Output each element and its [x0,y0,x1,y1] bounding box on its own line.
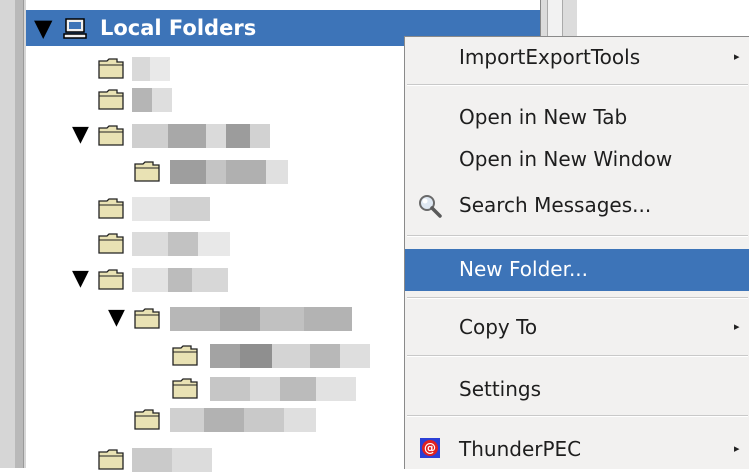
tree-row[interactable] [172,342,382,370]
menu-item-label: Search Messages... [459,193,652,217]
menu-separator [407,415,748,417]
tree-root-label: Local Folders [100,16,257,40]
folder-icon [98,233,124,254]
menu-item-new-folder[interactable]: New Folder... [405,249,749,291]
menu-item-label: Open in New Tab [459,105,628,129]
folder-name-redacted [210,377,360,401]
tree-row[interactable] [98,195,228,223]
folder-icon [134,409,160,430]
folder-name-redacted [170,160,290,184]
tree-row[interactable] [98,230,238,258]
tree-row[interactable] [172,375,372,403]
tree-row[interactable]: ▼ [72,266,272,294]
folder-name-redacted [132,124,272,148]
menu-item-thunderpec[interactable]: @ ThunderPEC ▸ [405,429,749,471]
expand-twisty-icon[interactable]: ▼ [72,266,89,291]
submenu-arrow-icon: ▸ [734,442,740,455]
tree-gutter [0,0,26,468]
menu-item-search-messages[interactable]: Search Messages... [405,185,749,227]
folder-name-redacted [132,448,222,472]
folder-name-redacted [132,232,232,256]
thunderpec-icon: @ [420,438,440,458]
folder-icon [172,345,198,366]
tree-row[interactable] [134,406,324,434]
submenu-arrow-icon: ▸ [734,320,740,333]
menu-item-importexporttools[interactable]: ImportExportTools ▸ [405,37,749,79]
menu-item-copy-to[interactable]: Copy To ▸ [405,307,749,349]
expand-twisty-icon[interactable]: ▼ [34,14,52,42]
folder-icon [98,125,124,146]
tree-scrollbar[interactable] [540,0,577,40]
folder-name-redacted [170,307,356,331]
tree-row[interactable] [134,158,294,186]
scrollbar-thumb[interactable] [547,0,563,40]
folder-name-redacted [132,88,172,112]
folder-icon [98,89,124,110]
tree-row[interactable]: ▼ [72,122,292,150]
submenu-arrow-icon: ▸ [734,50,740,63]
folder-name-redacted [170,408,320,432]
menu-separator [407,235,748,237]
expand-twisty-icon[interactable]: ▼ [72,122,89,147]
folder-icon [98,269,124,290]
menu-item-open-in-new-window[interactable]: Open in New Window [405,139,749,181]
expand-twisty-icon[interactable]: ▼ [108,305,125,330]
menu-separator [407,84,748,86]
menu-item-open-in-new-tab[interactable]: Open in New Tab [405,97,749,139]
folder-icon [134,161,160,182]
folder-icon [98,198,124,219]
tree-gutter-bar [15,0,24,468]
menu-item-label: Copy To [459,315,538,339]
folder-icon [134,308,160,329]
menu-separator [407,297,748,299]
folder-icon [98,58,124,79]
menu-item-label: New Folder... [459,257,589,281]
menu-item-settings[interactable]: Settings [405,369,749,411]
menu-item-label: Open in New Window [459,147,673,171]
folder-name-redacted [132,268,232,292]
menu-item-label: ImportExportTools [459,45,641,69]
menu-item-label: ThunderPEC [459,437,582,461]
tree-row[interactable]: ▼ [108,305,368,333]
menu-separator [407,355,748,357]
folder-name-redacted [132,57,172,81]
tree-row[interactable] [98,86,198,114]
tree-row[interactable] [98,446,248,474]
svg-text:@: @ [424,441,436,455]
folder-icon [98,449,124,470]
computer-icon [63,18,87,39]
magnifier-icon [419,195,442,218]
folder-name-redacted [210,344,372,368]
menu-item-label: Settings [459,377,542,401]
folder-name-redacted [132,197,212,221]
folder-icon [172,378,198,399]
context-menu: ImportExportTools ▸ Open in New Tab Open… [404,36,749,469]
tree-row[interactable] [98,55,198,83]
